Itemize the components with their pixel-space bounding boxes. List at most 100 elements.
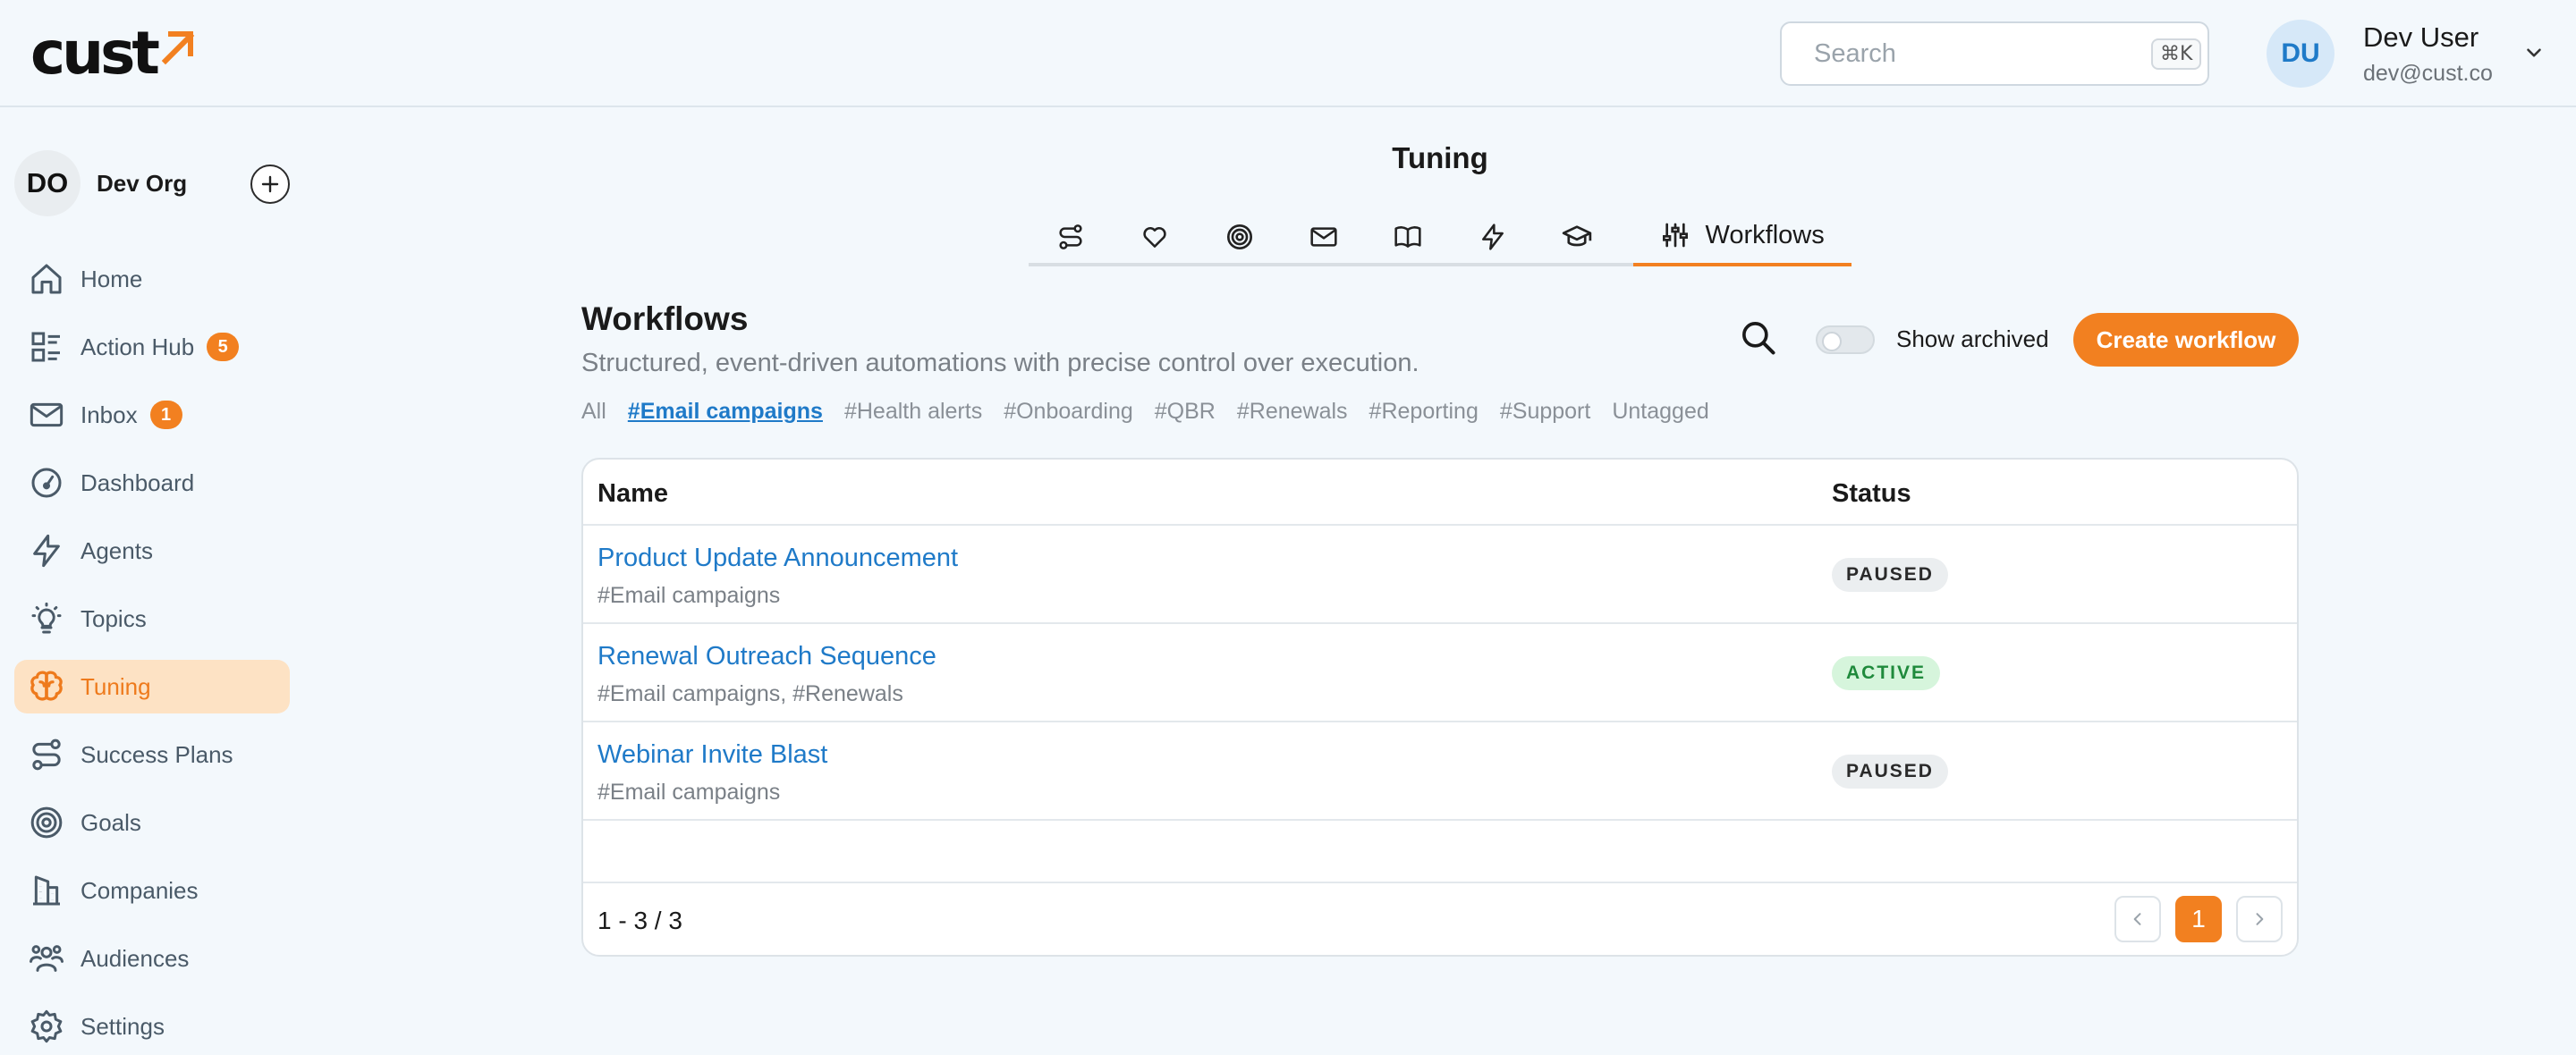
user-avatar[interactable]: DU bbox=[2267, 20, 2334, 88]
filter-reporting[interactable]: #Reporting bbox=[1369, 399, 1479, 425]
tab-health[interactable] bbox=[1113, 207, 1197, 266]
plus-icon bbox=[261, 175, 279, 193]
workflows-table: Name Status Product Update Announcement … bbox=[581, 458, 2299, 957]
sidebar-item-label: Audiences bbox=[80, 944, 190, 972]
sidebar-item-tuning[interactable]: Tuning bbox=[14, 660, 290, 713]
table-row[interactable]: Webinar Invite Blast #Email campaigns PA… bbox=[583, 722, 2297, 821]
list-icon bbox=[27, 327, 66, 367]
filter-onboarding[interactable]: #Onboarding bbox=[1004, 399, 1133, 425]
home-icon bbox=[27, 259, 66, 299]
lightbulb-icon bbox=[27, 599, 66, 638]
chevron-down-icon[interactable] bbox=[2522, 41, 2546, 64]
pagination-range: 1 - 3 / 3 bbox=[597, 907, 682, 934]
sliders-icon bbox=[1662, 223, 1688, 248]
show-archived-toggle[interactable] bbox=[1816, 325, 1875, 354]
sidebar-item-action-hub[interactable]: Action Hub 5 bbox=[14, 320, 290, 374]
status-badge: PAUSED bbox=[1832, 558, 1948, 592]
org-name[interactable]: Dev Org bbox=[97, 170, 187, 198]
sidebar-item-agents[interactable]: Agents bbox=[14, 524, 290, 578]
sidebar-item-label: Home bbox=[80, 265, 143, 292]
workflow-name-link[interactable]: Renewal Outreach Sequence bbox=[597, 642, 936, 671]
filter-untagged[interactable]: Untagged bbox=[1612, 399, 1708, 425]
table-row[interactable]: Renewal Outreach Sequence #Email campaig… bbox=[583, 624, 2297, 722]
search-input[interactable] bbox=[1814, 38, 2151, 69]
tab-workflows[interactable]: Workflows bbox=[1633, 207, 1852, 266]
sidebar-item-label: Topics bbox=[80, 604, 147, 632]
workflow-tags: #Email campaigns bbox=[597, 583, 781, 608]
sidebar-nav: Home Action Hub 5 Inbox 1 Dashboard Agen… bbox=[14, 252, 290, 1055]
sidebar-item-label: Goals bbox=[80, 808, 141, 836]
table-row[interactable]: Product Update Announcement #Email campa… bbox=[583, 526, 2297, 624]
tag-filters: All #Email campaigns #Health alerts #Onb… bbox=[581, 399, 1709, 425]
mail-icon bbox=[27, 395, 66, 435]
sidebar-item-dashboard[interactable]: Dashboard bbox=[14, 456, 290, 510]
column-header-status[interactable]: Status bbox=[1832, 479, 1911, 509]
page-button[interactable]: 1 bbox=[2175, 896, 2222, 942]
count-badge: 5 bbox=[207, 333, 240, 361]
next-page-button[interactable] bbox=[2236, 896, 2283, 942]
tab-email[interactable] bbox=[1282, 207, 1366, 266]
tab-knowledge[interactable] bbox=[1366, 207, 1450, 266]
gear-icon bbox=[27, 1007, 66, 1046]
filter-support[interactable]: #Support bbox=[1500, 399, 1590, 425]
chevron-left-icon bbox=[2133, 913, 2141, 925]
target-icon bbox=[27, 803, 66, 842]
route-icon bbox=[27, 735, 66, 774]
brain-icon bbox=[27, 667, 66, 706]
route-icon bbox=[1059, 224, 1082, 249]
workflow-name-link[interactable]: Webinar Invite Blast bbox=[597, 740, 827, 770]
table-header: Name Status bbox=[583, 460, 2297, 526]
status-badge: ACTIVE bbox=[1832, 656, 1941, 690]
workflow-name-link[interactable]: Product Update Announcement bbox=[597, 544, 958, 573]
sidebar-item-companies[interactable]: Companies bbox=[14, 864, 290, 917]
add-org-button[interactable] bbox=[250, 165, 290, 204]
prev-page-button[interactable] bbox=[2114, 896, 2161, 942]
filter-email-campaigns[interactable]: #Email campaigns bbox=[628, 399, 823, 425]
sidebar-item-inbox[interactable]: Inbox 1 bbox=[14, 388, 290, 442]
filter-renewals[interactable]: #Renewals bbox=[1237, 399, 1348, 425]
section-title: Workflows bbox=[581, 300, 749, 337]
search-shortcut: ⌘K bbox=[2151, 38, 2202, 70]
mail-icon bbox=[1310, 227, 1337, 247]
search-icon[interactable] bbox=[1739, 318, 1778, 358]
tab-automations[interactable] bbox=[1451, 207, 1535, 266]
target-icon bbox=[1226, 224, 1252, 249]
sidebar-item-label: Settings bbox=[80, 1012, 165, 1040]
sidebar-item-audiences[interactable]: Audiences bbox=[14, 932, 290, 985]
sidebar-item-goals[interactable]: Goals bbox=[14, 796, 290, 849]
sidebar-item-label: Companies bbox=[80, 876, 199, 904]
tab-training[interactable] bbox=[1535, 207, 1619, 266]
brand-logo[interactable]: cust bbox=[30, 24, 198, 83]
gauge-icon bbox=[27, 463, 66, 502]
tuning-tabs: Workflows bbox=[1029, 207, 1852, 266]
filter-health-alerts[interactable]: #Health alerts bbox=[844, 399, 982, 425]
create-workflow-button[interactable]: Create workflow bbox=[2073, 313, 2299, 367]
sidebar-item-topics[interactable]: Topics bbox=[14, 592, 290, 646]
top-header: cust ⌘K DU Dev User dev@cust.co bbox=[0, 0, 2576, 107]
building-icon bbox=[27, 871, 66, 910]
show-archived-label: Show archived bbox=[1896, 325, 2049, 352]
filter-all[interactable]: All bbox=[581, 399, 606, 425]
sidebar-item-label: Dashboard bbox=[80, 468, 195, 496]
arrow-up-right-icon bbox=[161, 31, 195, 65]
filter-qbr[interactable]: #QBR bbox=[1155, 399, 1216, 425]
user-name[interactable]: Dev User bbox=[2363, 21, 2479, 54]
users-icon bbox=[27, 939, 66, 978]
chevron-right-icon bbox=[2256, 913, 2264, 925]
table-footer-divider bbox=[583, 882, 2297, 883]
bolt-icon bbox=[1481, 224, 1504, 250]
sidebar-item-settings[interactable]: Settings bbox=[14, 1000, 290, 1053]
pagination: 1 bbox=[2114, 896, 2283, 942]
section-description: Structured, event-driven automations wit… bbox=[581, 349, 1419, 377]
tab-success-plans[interactable] bbox=[1029, 207, 1113, 266]
status-badge: PAUSED bbox=[1832, 755, 1948, 789]
org-avatar[interactable]: DO bbox=[14, 150, 80, 216]
tab-goals[interactable] bbox=[1198, 207, 1282, 266]
workflow-tags: #Email campaigns, #Renewals bbox=[597, 681, 903, 706]
tab-label: Workflows bbox=[1705, 220, 1825, 249]
sidebar-item-home[interactable]: Home bbox=[14, 252, 290, 306]
column-header-name[interactable]: Name bbox=[597, 479, 668, 509]
sidebar-item-label: Tuning bbox=[80, 672, 151, 700]
sidebar-item-success-plans[interactable]: Success Plans bbox=[14, 728, 290, 781]
global-search[interactable]: ⌘K bbox=[1780, 21, 2209, 86]
